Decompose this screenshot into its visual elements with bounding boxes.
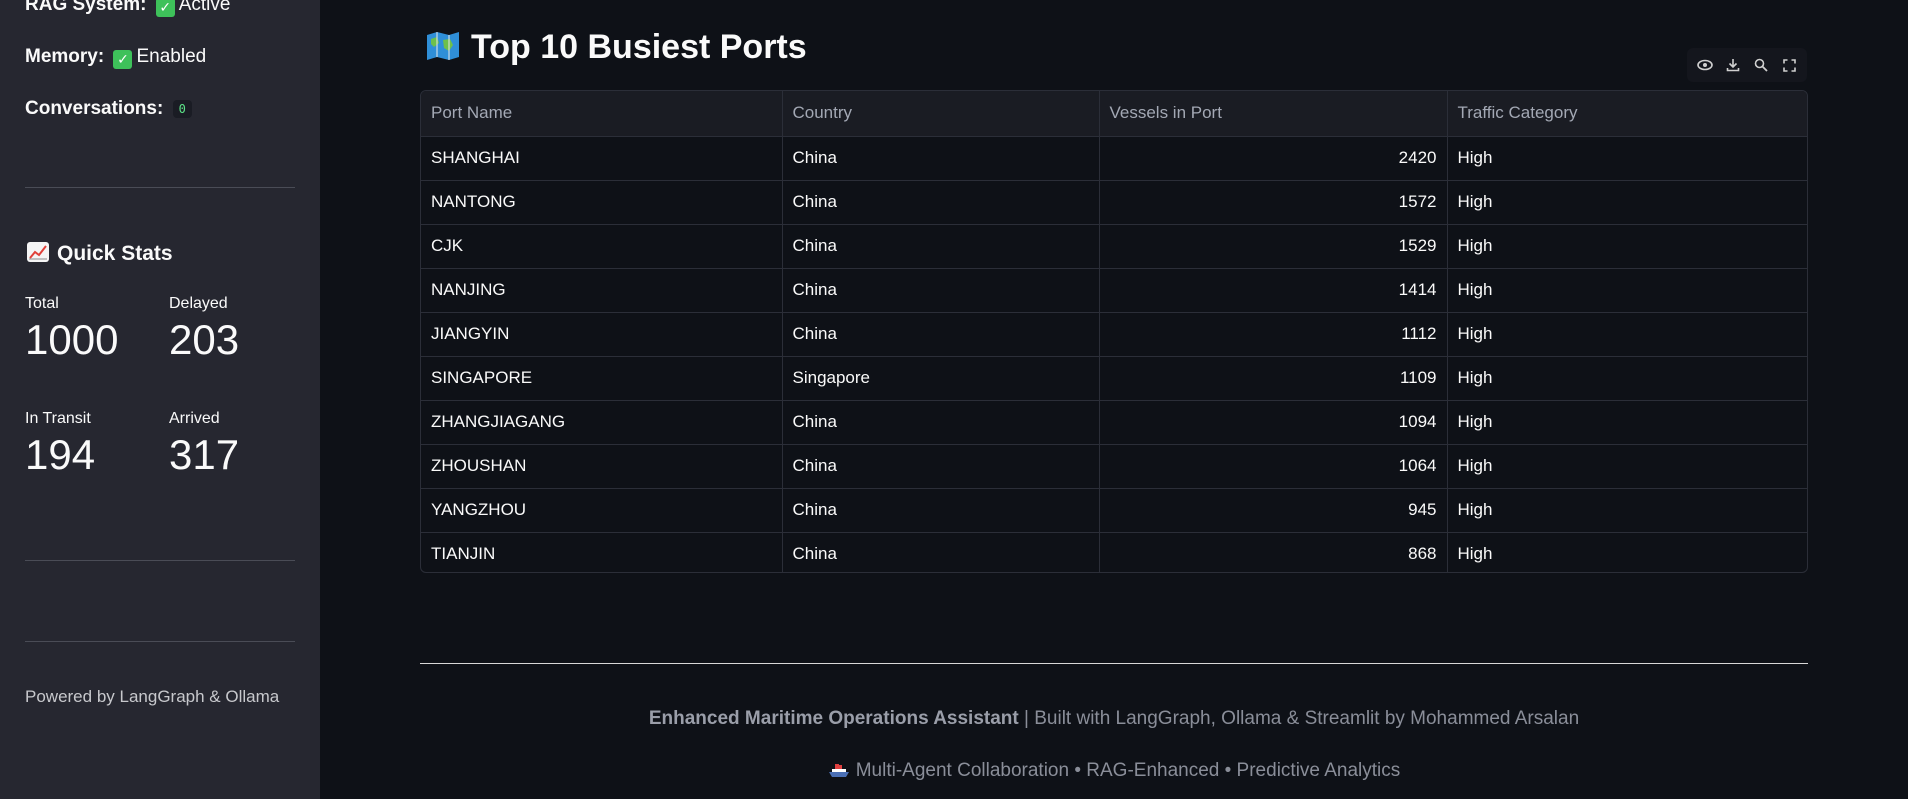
page-title: Top 10 Busiest Ports <box>425 28 807 67</box>
table-cell[interactable]: 1529 <box>1099 224 1448 269</box>
eye-icon[interactable] <box>1694 54 1716 76</box>
powered-by-text: Powered by LangGraph & Ollama <box>25 687 280 706</box>
table-cell[interactable]: 1572 <box>1099 180 1448 225</box>
table-cell[interactable]: High <box>1447 400 1807 445</box>
check-icon: ✓ <box>155 0 175 17</box>
table-row[interactable]: SINGAPORE Singapore 1109 High <box>421 356 1807 401</box>
table-row[interactable]: NANTONG China 1572 High <box>421 180 1807 225</box>
metric-delayed: Delayed 203 <box>169 295 239 361</box>
table-cell[interactable]: SHANGHAI <box>421 136 783 181</box>
divider <box>25 641 295 642</box>
metric-label: Arrived <box>169 410 220 427</box>
conversations-status: Conversations: 0 <box>25 98 192 120</box>
table-cell[interactable]: High <box>1447 532 1807 572</box>
metric-label: In Transit <box>25 410 91 427</box>
table-row[interactable]: ZHANGJIAGANG China 1094 High <box>421 400 1807 445</box>
table-cell[interactable]: High <box>1447 488 1807 533</box>
table-cell[interactable]: China <box>782 136 1100 181</box>
table-row[interactable]: YANGZHOU China 945 High <box>421 488 1807 533</box>
table-cell[interactable]: High <box>1447 136 1807 181</box>
download-icon[interactable] <box>1722 54 1744 76</box>
table-row[interactable]: ZHOUSHAN China 1064 High <box>421 444 1807 489</box>
table-cell[interactable]: High <box>1447 356 1807 401</box>
footer-tagline: Multi-Agent Collaboration • RAG-Enhanced… <box>420 760 1808 782</box>
table-cell[interactable]: 868 <box>1099 532 1448 572</box>
metric-label: Total <box>25 295 59 312</box>
rag-value: Active <box>178 0 231 15</box>
search-icon[interactable] <box>1750 54 1772 76</box>
column-header[interactable]: Vessels in Port <box>1099 91 1448 137</box>
metric-label: Delayed <box>169 295 228 312</box>
metric-in-transit: In Transit 194 <box>25 410 95 476</box>
conversations-label: Conversations: <box>25 98 164 119</box>
table-cell[interactable]: 1414 <box>1099 268 1448 313</box>
world-map-icon <box>425 31 461 61</box>
ship-icon <box>828 762 850 778</box>
table-cell[interactable]: CJK <box>421 224 783 269</box>
column-header[interactable]: Port Name <box>421 91 783 137</box>
table-row[interactable]: JIANGYIN China 1112 High <box>421 312 1807 357</box>
table-cell[interactable]: High <box>1447 312 1807 357</box>
table-row[interactable]: NANJING China 1414 High <box>421 268 1807 313</box>
fullscreen-icon[interactable] <box>1778 54 1800 76</box>
table-cell[interactable]: 2420 <box>1099 136 1448 181</box>
metric-total: Total 1000 <box>25 295 118 361</box>
chart-up-icon <box>27 242 49 262</box>
table-cell[interactable]: High <box>1447 180 1807 225</box>
table-cell[interactable]: China <box>782 532 1100 572</box>
table-cell[interactable]: China <box>782 444 1100 489</box>
table-cell[interactable]: China <box>782 180 1100 225</box>
table-cell[interactable]: 1109 <box>1099 356 1448 401</box>
metric-arrived: Arrived 317 <box>169 410 239 476</box>
divider <box>25 187 295 188</box>
divider <box>420 663 1808 664</box>
memory-status: Memory: ✓ Enabled <box>25 46 206 69</box>
table-cell[interactable]: 1064 <box>1099 444 1448 489</box>
table-cell[interactable]: YANGZHOU <box>421 488 783 533</box>
table-cell[interactable]: 1094 <box>1099 400 1448 445</box>
table-cell[interactable]: High <box>1447 224 1807 269</box>
table-row[interactable]: SHANGHAI China 2420 High <box>421 136 1807 181</box>
built-with-text: | Built with LangGraph, Ollama & Streaml… <box>1018 708 1580 729</box>
table-cell[interactable]: SINGAPORE <box>421 356 783 401</box>
table-cell[interactable]: ZHANGJIAGANG <box>421 400 783 445</box>
column-header[interactable]: Country <box>782 91 1100 137</box>
footer-credits: Enhanced Maritime Operations Assistant |… <box>420 708 1808 730</box>
table-toolbar <box>1687 48 1807 82</box>
rag-label: RAG System: <box>25 0 147 15</box>
column-header[interactable]: Traffic Category <box>1447 91 1807 137</box>
table-cell[interactable]: China <box>782 488 1100 533</box>
check-icon: ✓ <box>113 50 133 69</box>
table-cell[interactable]: TIANJIN <box>421 532 783 572</box>
memory-value: Enabled <box>136 46 207 67</box>
table-row[interactable]: TIANJIN China 868 High <box>421 532 1807 572</box>
metric-value: 1000 <box>25 316 119 363</box>
table-cell[interactable]: 1112 <box>1099 312 1448 357</box>
ports-table[interactable]: Port Name Country Vessels in Port Traffi… <box>420 90 1808 573</box>
table-cell[interactable]: China <box>782 268 1100 313</box>
table-cell[interactable]: Singapore <box>782 356 1100 401</box>
table-cell[interactable]: China <box>782 224 1100 269</box>
table-cell[interactable]: NANTONG <box>421 180 783 225</box>
metric-value: 203 <box>169 316 240 363</box>
rag-status: RAG System: ✓ Active <box>25 0 230 17</box>
app-name: Enhanced Maritime Operations Assistant <box>648 708 1019 729</box>
table-cell[interactable]: China <box>782 400 1100 445</box>
table-cell[interactable]: China <box>782 312 1100 357</box>
table-cell[interactable]: High <box>1447 444 1807 489</box>
table-row[interactable]: CJK China 1529 High <box>421 224 1807 269</box>
quick-stats-title: Quick Stats <box>27 242 173 266</box>
table-cell[interactable]: NANJING <box>421 268 783 313</box>
table-cell[interactable]: 945 <box>1099 488 1448 533</box>
table-header-row: Port Name Country Vessels in Port Traffi… <box>421 91 1807 137</box>
memory-label: Memory: <box>25 46 105 67</box>
metric-value: 317 <box>169 431 240 478</box>
table-cell[interactable]: High <box>1447 268 1807 313</box>
metric-value: 194 <box>25 431 96 478</box>
table-cell[interactable]: ZHOUSHAN <box>421 444 783 489</box>
conversations-count: 0 <box>172 100 192 118</box>
divider <box>25 560 295 561</box>
sidebar: RAG System: ✓ Active Memory: ✓ Enabled Con… <box>0 0 320 799</box>
table-cell[interactable]: JIANGYIN <box>421 312 783 357</box>
